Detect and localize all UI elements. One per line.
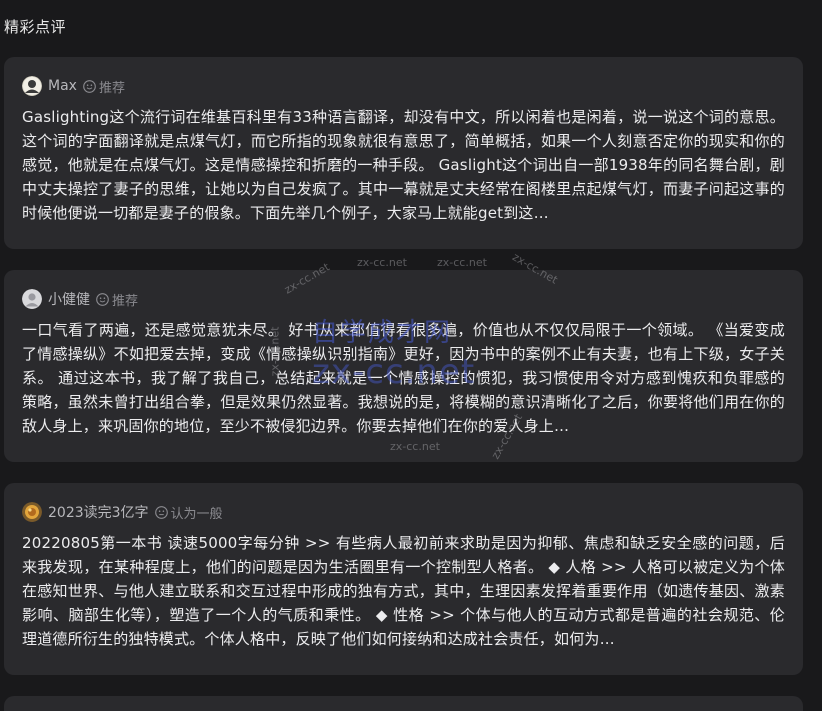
review-card[interactable]: 小健健 推荐 一口气看了两遍，还是感觉意犹未尽。 好书从来都值得看很多遍，价值也… <box>4 270 803 462</box>
rating-label: 推荐 <box>98 80 125 96</box>
review-text: Gaslighting这个流行词在维基百科里有33种语言翻译，却没有中文，所以闲… <box>22 108 785 222</box>
rating-label: 认为一般 <box>170 506 223 522</box>
review-card[interactable] <box>4 696 803 711</box>
smile-icon <box>83 79 96 93</box>
review-header: 小健健 推荐 <box>22 288 785 310</box>
review-text: 一口气看了两遍，还是感觉意犹未尽。 好书从来都值得看很多遍，价值也从不仅仅局限于… <box>22 321 785 435</box>
avatar[interactable] <box>22 502 42 522</box>
smile-icon <box>96 292 109 306</box>
review-header: Max 推荐 <box>22 75 785 97</box>
watermark-text: zx-cc.net <box>437 256 487 269</box>
avatar[interactable] <box>22 76 42 96</box>
review-card[interactable]: Max 推荐 Gaslighting这个流行词在维基百科里有33种语言翻译，却没… <box>4 57 803 249</box>
reviews-page: 精彩点评 Max 推荐 Gaslighting这个流行词在维基百科里有33种语言… <box>0 0 822 711</box>
rating-label: 推荐 <box>112 293 139 309</box>
username[interactable]: 小健健 <box>48 289 90 309</box>
review-card[interactable]: 2023读完3亿字 认为一般 20220805第一本书 读速5000字每分钟 >… <box>4 483 803 675</box>
neutral-face-icon <box>154 505 168 519</box>
review-header: 2023读完3亿字 认为一般 <box>22 501 785 523</box>
avatar[interactable] <box>22 289 42 309</box>
section-title: 精彩点评 <box>4 18 67 36</box>
username[interactable]: Max <box>48 78 77 94</box>
review-text: 20220805第一本书 读速5000字每分钟 >> 有些病人最初前来求助是因为… <box>22 534 785 648</box>
username[interactable]: 2023读完3亿字 <box>48 502 149 522</box>
watermark-text: zx-cc.net <box>357 256 407 269</box>
